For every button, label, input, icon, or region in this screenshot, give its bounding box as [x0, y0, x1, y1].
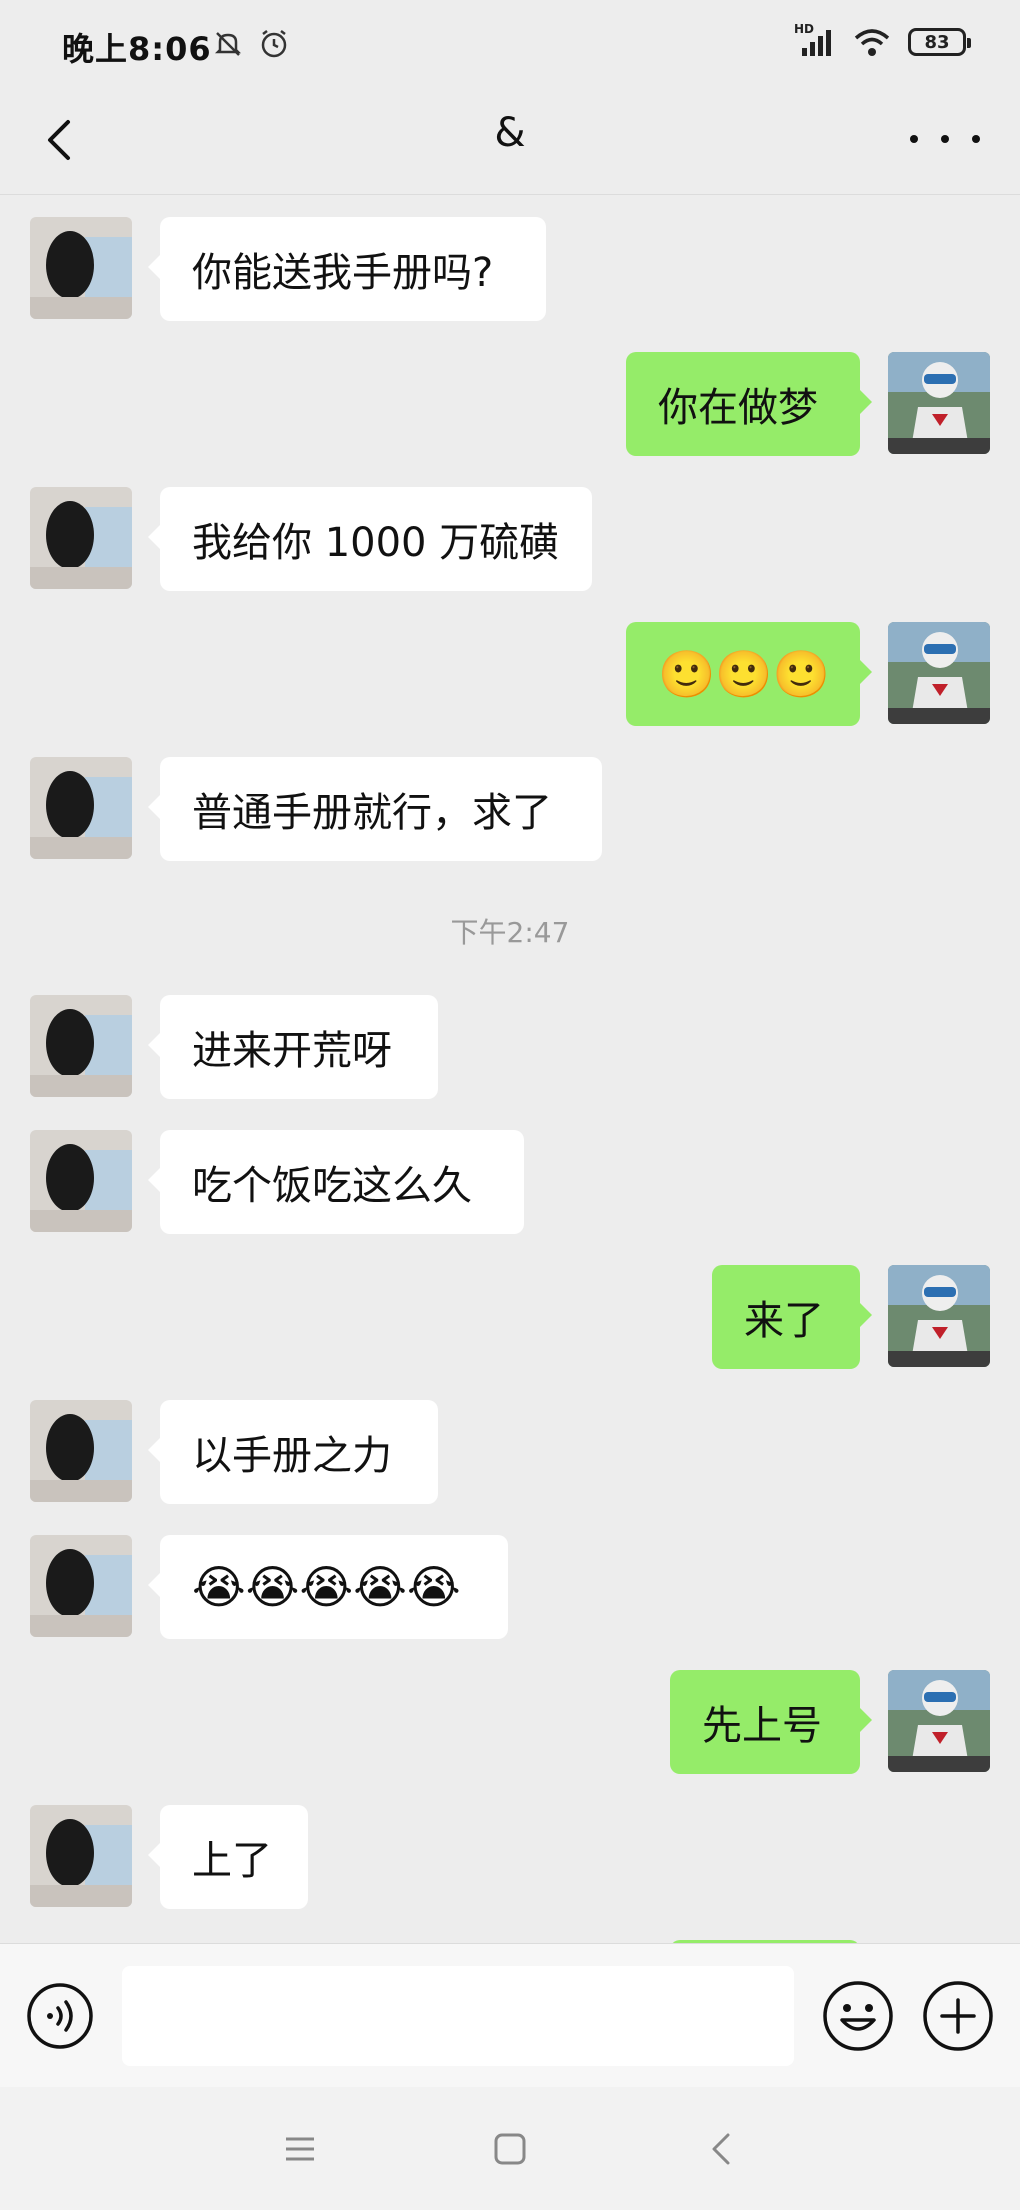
message-row: 上了 — [0, 1805, 1020, 1909]
status-bar: 晚上8:06 HD 83 — [0, 0, 1020, 88]
voice-icon — [27, 1983, 93, 2049]
incoming-message-bubble[interactable]: 吃个饭吃这么久 — [148, 1130, 524, 1234]
message-row: 进来开荒呀 — [0, 995, 1020, 1099]
contact-avatar[interactable] — [30, 217, 132, 319]
contact-avatar[interactable] — [30, 487, 132, 589]
signal-icon: HD — [794, 22, 836, 58]
back-icon — [712, 2133, 730, 2165]
message-text: 😭😭😭😭😭 — [192, 1560, 461, 1614]
message-text: 进来开荒呀 — [192, 1028, 392, 1074]
voice-button[interactable] — [26, 1982, 94, 2050]
chat-header: & — [0, 88, 1020, 195]
message-row: 😭😭😭😭😭 — [0, 1535, 1020, 1639]
chat-title: & — [494, 110, 526, 156]
contact-avatar[interactable] — [30, 1400, 132, 1502]
message-text: 上了 — [192, 1838, 272, 1884]
battery-level: 83 — [924, 31, 950, 53]
contact-avatar[interactable] — [30, 1130, 132, 1232]
wifi-icon — [854, 29, 890, 56]
message-text: 你能送我手册吗? — [192, 250, 494, 296]
message-row: 你在做梦 — [0, 352, 1020, 456]
my-avatar[interactable] — [888, 352, 990, 454]
recent-apps-button[interactable] — [278, 2127, 322, 2171]
more-functions-button[interactable] — [922, 1980, 994, 2052]
message-input[interactable] — [122, 1966, 794, 2066]
message-row: 普通手册就行，求了 — [0, 757, 1020, 861]
incoming-message-bubble[interactable]: 我给你 1000 万硫磺 — [148, 487, 592, 591]
incoming-message-bubble[interactable]: 你能送我手册吗? — [148, 217, 546, 321]
message-text: 以手册之力 — [192, 1433, 392, 1479]
message-row: 来了 — [0, 1265, 1020, 1369]
menu-icon — [286, 2137, 314, 2161]
alarm-icon — [261, 30, 287, 58]
home-button[interactable] — [488, 2127, 532, 2171]
outgoing-message-bubble[interactable]: 你在做梦 — [626, 352, 872, 456]
home-icon — [494, 2133, 526, 2165]
message-text: 普通手册就行，求了 — [192, 790, 552, 836]
message-text: 我给你 1000 万硫磺 — [192, 520, 560, 566]
mute-bell-icon — [214, 32, 242, 56]
message-text: 先上号 — [702, 1703, 822, 1749]
status-time: 晚上8:06 — [62, 30, 212, 68]
emoji-button[interactable] — [822, 1980, 894, 2052]
more-options-button[interactable] — [910, 114, 980, 164]
battery-indicator: 83 — [908, 28, 971, 56]
message-timestamp: 下午2:47 — [450, 916, 570, 949]
incoming-message-bubble[interactable]: 进来开荒呀 — [148, 995, 438, 1099]
outgoing-message-bubble[interactable]: 🙂🙂🙂 — [626, 622, 872, 726]
contact-avatar[interactable] — [30, 1535, 132, 1637]
message-row: 我给你 1000 万硫磺 — [0, 487, 1020, 591]
more-dots-icon — [910, 135, 918, 143]
system-back-button[interactable] — [700, 2127, 744, 2171]
contact-avatar[interactable] — [30, 757, 132, 859]
message-row: 🙂🙂🙂 — [0, 622, 1020, 726]
my-avatar[interactable] — [888, 1265, 990, 1367]
contact-avatar[interactable] — [30, 1805, 132, 1907]
message-text: 你在做梦 — [658, 385, 818, 431]
incoming-message-bubble[interactable]: 😭😭😭😭😭 — [148, 1535, 508, 1639]
message-text: 吃个饭吃这么久 — [192, 1163, 472, 1209]
input-bar — [0, 1943, 1020, 2087]
contact-avatar[interactable] — [30, 995, 132, 1097]
message-row: 先上号 — [0, 1670, 1020, 1774]
incoming-message-bubble[interactable]: 以手册之力 — [148, 1400, 438, 1504]
my-avatar[interactable] — [888, 1670, 990, 1772]
outgoing-message-bubble[interactable]: 先上号 — [670, 1670, 872, 1774]
network-type-label: HD — [794, 22, 815, 36]
message-row: 以手册之力 — [0, 1400, 1020, 1504]
outgoing-message-bubble[interactable]: 来了 — [712, 1265, 872, 1369]
message-row: 你能送我手册吗? — [0, 217, 1020, 321]
incoming-message-bubble[interactable]: 上了 — [148, 1805, 308, 1909]
my-avatar[interactable] — [888, 622, 990, 724]
message-row: 吃个饭吃这么久 — [0, 1130, 1020, 1234]
emoji-icon — [823, 1981, 893, 2051]
incoming-message-bubble[interactable]: 普通手册就行，求了 — [148, 757, 602, 861]
message-list[interactable]: 你能送我手册吗? 你在做梦 我给你 1000 万硫磺 🙂🙂🙂 普通手册就行，求了… — [0, 195, 1020, 1943]
plus-icon — [923, 1981, 993, 2051]
message-text: 来了 — [744, 1298, 824, 1344]
system-nav-bar — [0, 2087, 1020, 2210]
message-text: 🙂🙂🙂 — [658, 647, 830, 701]
